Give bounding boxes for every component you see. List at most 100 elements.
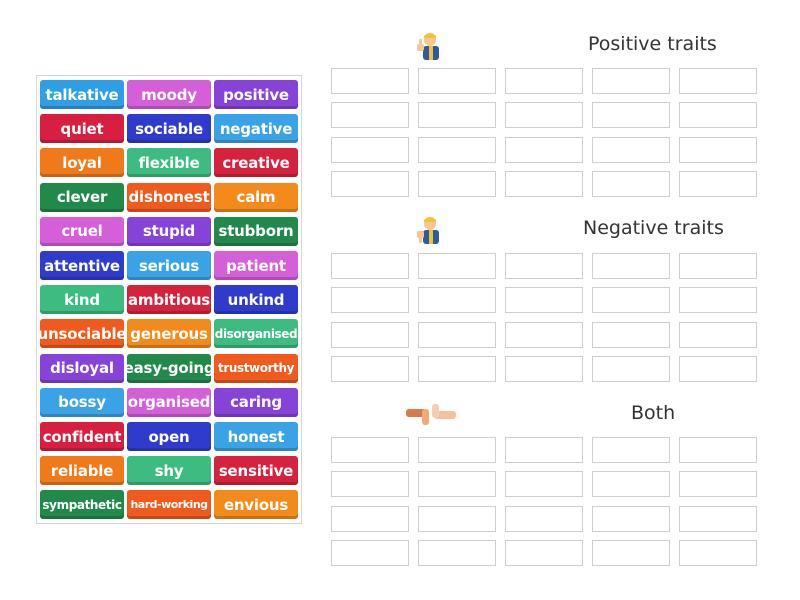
word-tile[interactable]: disorganised — [214, 319, 298, 349]
word-tile[interactable]: kind — [40, 285, 124, 315]
drop-slot[interactable] — [331, 136, 409, 163]
word-tile[interactable]: negative — [214, 114, 298, 144]
word-tile[interactable]: sensitive — [214, 456, 298, 486]
drop-slot[interactable] — [679, 170, 757, 197]
drop-slot[interactable] — [679, 539, 757, 566]
drop-slot[interactable] — [331, 170, 409, 197]
drop-slot[interactable] — [418, 136, 496, 163]
word-tile[interactable]: dishonest — [127, 182, 211, 212]
word-tile[interactable]: attentive — [40, 251, 124, 280]
drop-slot[interactable] — [331, 505, 409, 532]
word-tile[interactable]: open — [127, 422, 211, 451]
word-tile[interactable]: reliable — [40, 456, 124, 486]
drop-slot[interactable] — [505, 68, 583, 94]
drop-slot[interactable] — [505, 287, 583, 314]
drop-slot[interactable] — [679, 102, 757, 129]
drop-slot[interactable] — [679, 355, 757, 382]
drop-slot[interactable] — [418, 471, 496, 498]
drop-slot[interactable] — [505, 355, 583, 382]
drop-slot[interactable] — [505, 253, 583, 279]
drop-slot[interactable] — [331, 355, 409, 382]
word-tile[interactable]: quiet — [40, 114, 124, 144]
word-tile[interactable]: envious — [214, 490, 298, 520]
word-tile[interactable]: easy-going — [127, 353, 211, 383]
drop-slot[interactable] — [592, 136, 670, 163]
word-tile[interactable]: hard-working — [127, 490, 211, 520]
drop-slot[interactable] — [505, 321, 583, 348]
drop-slot[interactable] — [418, 539, 496, 566]
word-tile[interactable]: serious — [127, 251, 211, 280]
drop-slot[interactable] — [418, 253, 496, 279]
drop-slot[interactable] — [505, 437, 583, 463]
drop-slot[interactable] — [418, 505, 496, 532]
drop-slot[interactable] — [592, 253, 670, 279]
drop-slot[interactable] — [592, 321, 670, 348]
drop-slot[interactable] — [505, 170, 583, 197]
word-tile[interactable]: loyal — [40, 148, 124, 178]
drop-slot[interactable] — [679, 253, 757, 279]
word-tile[interactable]: generous — [127, 319, 211, 349]
word-tile[interactable]: talkative — [40, 80, 124, 109]
drop-slot[interactable] — [679, 437, 757, 463]
drop-slot[interactable] — [505, 102, 583, 129]
drop-slot[interactable] — [505, 136, 583, 163]
word-tile[interactable]: stubborn — [214, 216, 298, 246]
drop-slot[interactable] — [418, 355, 496, 382]
drop-slot[interactable] — [331, 471, 409, 498]
word-tile[interactable]: flexible — [127, 148, 211, 178]
word-tile[interactable]: unkind — [214, 285, 298, 315]
drop-slot[interactable] — [592, 287, 670, 314]
word-tile[interactable]: confident — [40, 422, 124, 451]
drop-slot[interactable] — [592, 505, 670, 532]
word-tile[interactable]: ambitious — [127, 285, 211, 315]
drop-slot[interactable] — [331, 287, 409, 314]
word-tile[interactable]: cruel — [40, 216, 124, 246]
drop-slot[interactable] — [592, 437, 670, 463]
drop-slot[interactable] — [679, 471, 757, 498]
word-tile[interactable]: clever — [40, 182, 124, 212]
drop-slot[interactable] — [418, 68, 496, 94]
drop-slot[interactable] — [418, 102, 496, 129]
drop-slot[interactable] — [679, 68, 757, 94]
drop-slot[interactable] — [679, 321, 757, 348]
thumbs-up-icon — [414, 30, 450, 64]
word-tile[interactable]: disloyal — [40, 353, 124, 383]
drop-slot[interactable] — [418, 287, 496, 314]
drop-slot[interactable] — [592, 102, 670, 129]
word-tile[interactable]: bossy — [40, 387, 124, 417]
word-tile[interactable]: calm — [214, 182, 298, 212]
word-tile[interactable]: sympathetic — [40, 490, 124, 520]
word-tile[interactable]: sociable — [127, 114, 211, 144]
drop-slot[interactable] — [679, 287, 757, 314]
word-tile[interactable]: moody — [127, 80, 211, 109]
word-tile[interactable]: patient — [214, 251, 298, 280]
drop-slot[interactable] — [505, 471, 583, 498]
drop-slot[interactable] — [331, 253, 409, 279]
word-tile[interactable]: stupid — [127, 216, 211, 246]
drop-slot[interactable] — [679, 505, 757, 532]
drop-slot[interactable] — [331, 539, 409, 566]
word-tile[interactable]: positive — [214, 80, 298, 109]
drop-slot[interactable] — [679, 136, 757, 163]
drop-slot[interactable] — [592, 471, 670, 498]
word-tile[interactable]: shy — [127, 456, 211, 486]
word-tile[interactable]: unsociable — [40, 319, 124, 349]
drop-slot[interactable] — [592, 539, 670, 566]
drop-slot[interactable] — [592, 355, 670, 382]
word-tile[interactable]: honest — [214, 422, 298, 451]
drop-slot[interactable] — [505, 539, 583, 566]
drop-slot[interactable] — [592, 170, 670, 197]
drop-slot[interactable] — [331, 102, 409, 129]
word-tile[interactable]: creative — [214, 148, 298, 178]
word-tile[interactable]: organised — [127, 387, 211, 417]
drop-slot[interactable] — [331, 68, 409, 94]
drop-slot[interactable] — [418, 321, 496, 348]
word-tile[interactable]: trustworthy — [214, 353, 298, 383]
drop-slot[interactable] — [592, 68, 670, 94]
drop-slot[interactable] — [331, 321, 409, 348]
drop-slot[interactable] — [331, 437, 409, 463]
drop-slot[interactable] — [418, 437, 496, 463]
drop-slot[interactable] — [505, 505, 583, 532]
drop-slot[interactable] — [418, 170, 496, 197]
word-tile[interactable]: caring — [214, 387, 298, 417]
